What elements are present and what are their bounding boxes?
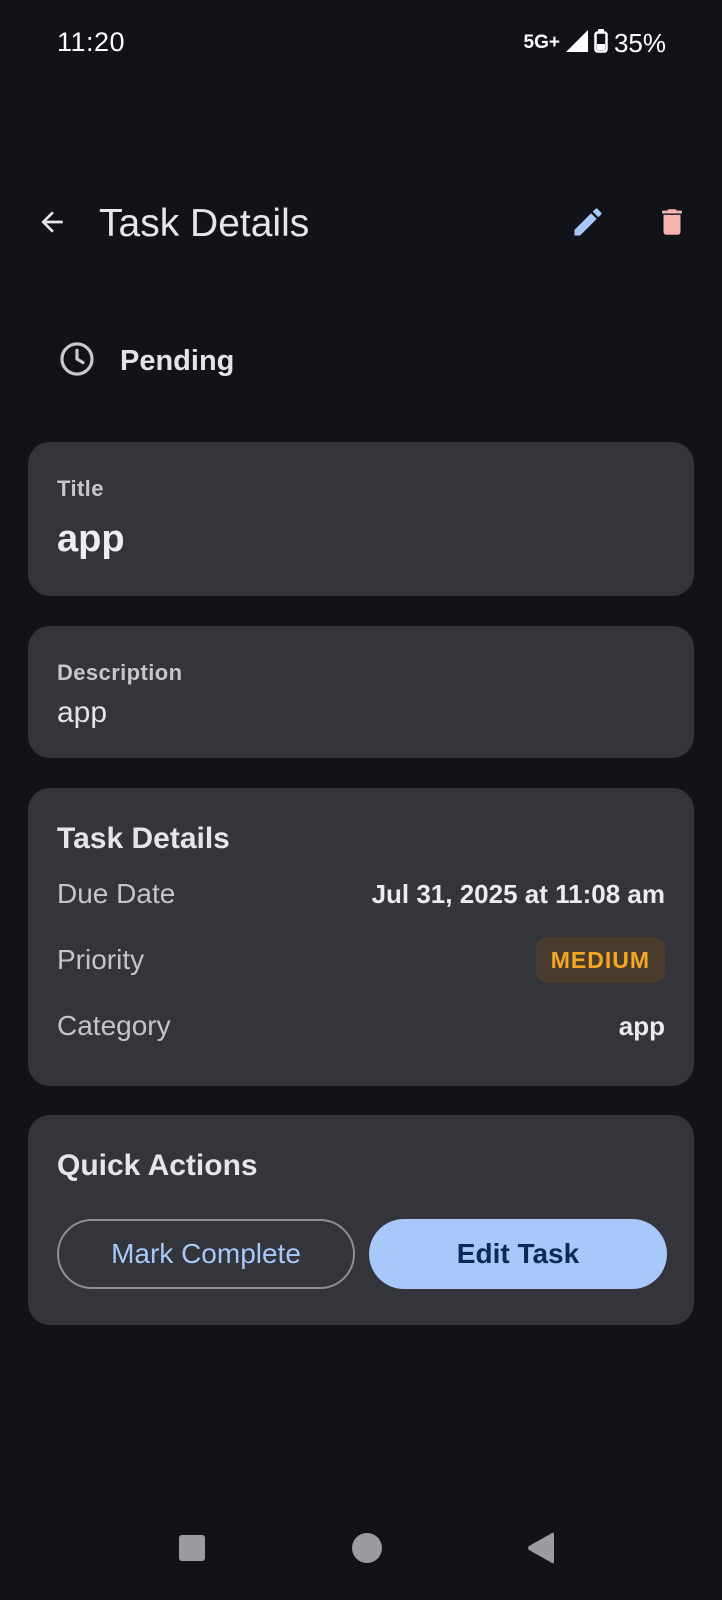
pencil-icon: [570, 204, 606, 245]
task-status: Pending: [58, 340, 234, 382]
recents-button[interactable]: [162, 1520, 222, 1580]
top-app-bar: Task Details: [0, 180, 722, 268]
status-bar: 11:20 5G+ 35%: [0, 0, 722, 86]
battery-percentage: 35%: [613, 27, 666, 58]
description-label: Description: [57, 660, 183, 685]
category-row: Category app: [57, 1002, 665, 1050]
back-button[interactable]: [28, 200, 76, 248]
back-icon: [526, 1532, 556, 1569]
network-type: 5G+: [523, 32, 560, 53]
details-heading: Task Details: [57, 822, 230, 855]
battery-icon: [594, 28, 608, 58]
clock-icon: [58, 340, 96, 383]
description-card: Description app: [28, 626, 694, 758]
trash-icon: [655, 205, 689, 244]
edit-task-button[interactable]: Edit Task: [369, 1219, 667, 1289]
delete-button[interactable]: [648, 200, 696, 248]
quick-actions-card: Quick Actions Mark Complete Edit Task: [28, 1115, 694, 1325]
status-time: 11:20: [57, 27, 126, 57]
signal-icon: [565, 29, 588, 57]
priority-label: Priority: [57, 944, 145, 975]
due-date-value: Jul 31, 2025 at 11:08 am: [371, 878, 665, 909]
system-back-button[interactable]: [511, 1520, 571, 1580]
page-title: Task Details: [99, 202, 310, 245]
title-card: Title app: [28, 442, 694, 596]
back-arrow-icon: [36, 206, 68, 243]
home-button[interactable]: [337, 1520, 397, 1580]
category-label: Category: [57, 1010, 171, 1041]
status-indicators: 5G+ 35%: [524, 28, 667, 58]
title-label: Title: [57, 476, 104, 501]
details-card: Task Details Due Date Jul 31, 2025 at 11…: [28, 788, 694, 1086]
screen: 11:20 5G+ 35% Task Details Pending Title…: [0, 0, 722, 1600]
title-value: app: [57, 518, 125, 560]
priority-row: Priority MEDIUM: [57, 936, 665, 984]
quick-actions-heading: Quick Actions: [57, 1149, 258, 1182]
recents-icon: [178, 1534, 206, 1567]
description-value: app: [57, 696, 108, 729]
system-nav-bar: [0, 1508, 722, 1600]
mark-complete-button[interactable]: Mark Complete: [57, 1219, 355, 1289]
home-icon: [351, 1532, 383, 1569]
due-date-label: Due Date: [57, 878, 176, 909]
edit-button[interactable]: [564, 200, 612, 248]
priority-badge: MEDIUM: [535, 937, 665, 983]
status-label: Pending: [120, 344, 235, 377]
category-value: app: [618, 1010, 665, 1041]
due-date-row: Due Date Jul 31, 2025 at 11:08 am: [57, 870, 665, 918]
